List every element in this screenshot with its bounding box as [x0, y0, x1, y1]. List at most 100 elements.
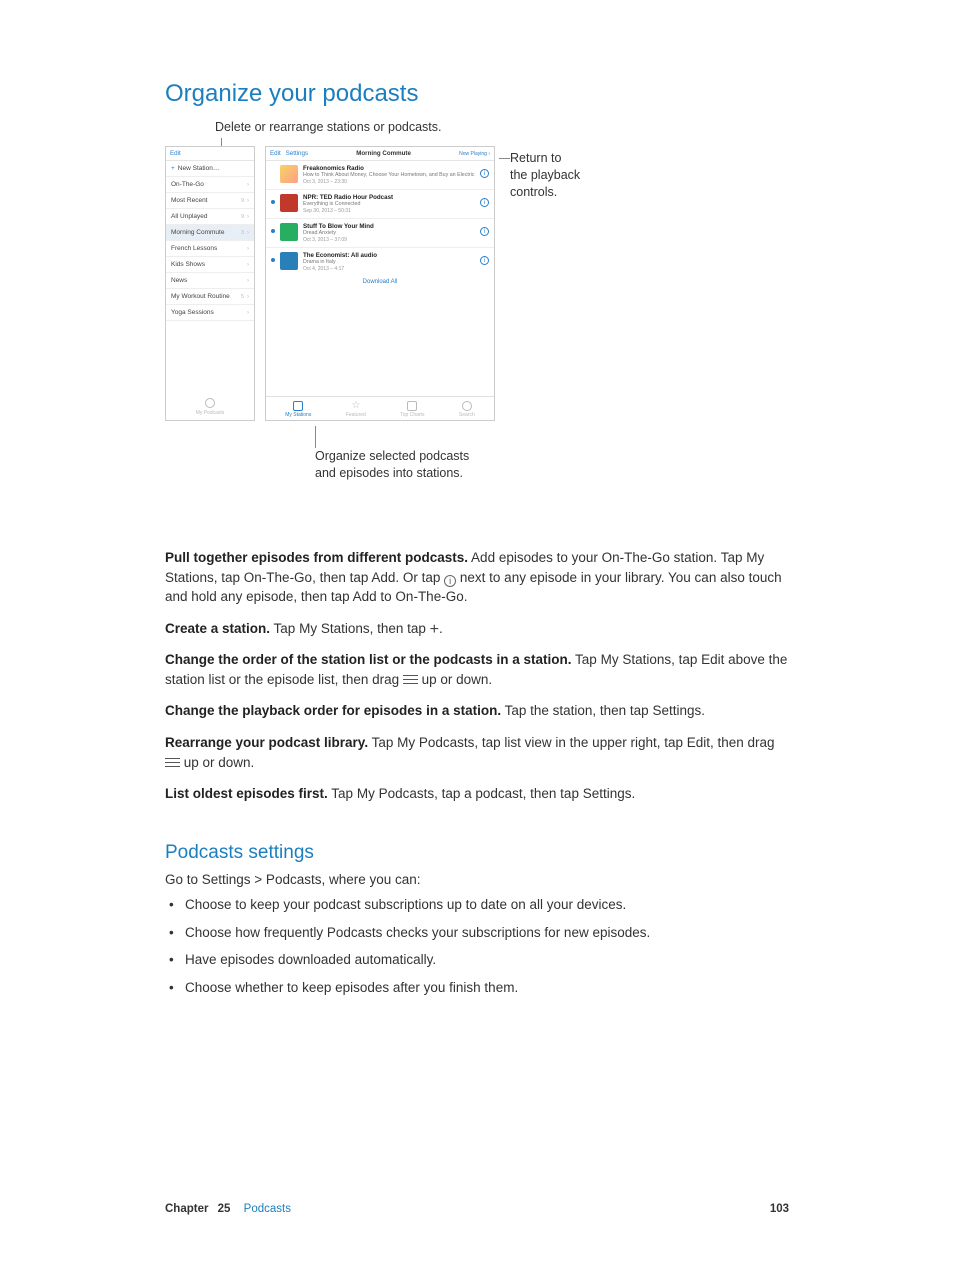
podcast-artwork: [280, 194, 298, 212]
bottom-tab-bar: My Stations ☆ Featured Top Charts Search: [266, 396, 494, 420]
now-playing-button[interactable]: Now Playing ›: [459, 151, 490, 157]
episode-row[interactable]: The Economist: All audioDrama in ItalyOc…: [266, 248, 494, 273]
episode-row[interactable]: Stuff To Blow Your MindDread AnxietyOct …: [266, 219, 494, 248]
footer-chapter-num: 25: [218, 1203, 231, 1215]
station-row[interactable]: Kids Shows›: [166, 257, 254, 273]
callout-top: Delete or rearrange stations or podcasts…: [215, 120, 442, 134]
info-icon[interactable]: i: [480, 169, 489, 178]
chevron-right-icon: ›: [247, 198, 249, 204]
station-row[interactable]: +New Station…: [166, 161, 254, 177]
radio-icon: [293, 401, 303, 411]
station-row[interactable]: Morning Commute3›: [166, 225, 254, 241]
reorder-icon: [165, 758, 180, 768]
info-icon: i: [444, 575, 456, 587]
tab-search[interactable]: Search: [459, 401, 475, 418]
callout-top-text: Delete or rearrange stations or podcasts…: [215, 120, 442, 134]
left-footer-label: My Podcasts: [196, 410, 225, 416]
station-count: 9: [241, 198, 244, 204]
left-edit-button[interactable]: Edit: [170, 150, 181, 157]
star-icon: ☆: [351, 401, 361, 411]
callout-right-l3: controls.: [510, 185, 557, 199]
episode-subtitle: Drama in Italy: [303, 259, 475, 265]
podcast-artwork: [280, 223, 298, 241]
download-all-link[interactable]: Download All: [266, 273, 494, 285]
station-row[interactable]: Yoga Sessions ›: [166, 305, 254, 321]
episode-meta: Oct 3, 2013 – 37:09: [303, 237, 475, 243]
episode-title: Stuff To Blow Your Mind: [303, 223, 475, 230]
station-label: Most Recent: [171, 197, 208, 204]
chevron-right-icon: ›: [247, 182, 249, 188]
station-row[interactable]: All Unplayed9›: [166, 209, 254, 225]
episode-subtitle: Dread Anxiety: [303, 230, 475, 236]
station-row[interactable]: French Lessons›: [166, 241, 254, 257]
tab-featured[interactable]: ☆ Featured: [346, 401, 366, 418]
p-create-station: Create a station. Tap My Stations, then …: [165, 619, 789, 639]
left-footer: My Podcasts: [166, 398, 254, 416]
station-row[interactable]: News ›: [166, 273, 254, 289]
callout-bottom-l2: and episodes into stations.: [315, 466, 463, 480]
station-label: Kids Shows: [171, 261, 205, 268]
device-right-station-detail: Edit Settings Morning Commute Now Playin…: [265, 146, 495, 421]
station-count: 5: [241, 294, 244, 300]
station-label: Morning Commute: [171, 229, 224, 236]
search-icon: [462, 401, 472, 411]
p-rearrange-library: Rearrange your podcast library. Tap My P…: [165, 733, 789, 772]
station-count: 9: [241, 214, 244, 220]
station-label: My Workout Routine: [171, 293, 230, 300]
footer-chapter-word: Chapter: [165, 1203, 208, 1215]
episode-meta: Sep 30, 2013 – 50:31: [303, 208, 475, 214]
callout-bottom: Organize selected podcasts and episodes …: [315, 448, 469, 482]
station-label: Yoga Sessions: [171, 309, 214, 316]
tab-my-stations[interactable]: My Stations: [285, 401, 311, 418]
section-heading-settings: Podcasts settings: [165, 842, 789, 864]
p-change-order: Change the order of the station list or …: [165, 650, 789, 689]
settings-bullet: Choose to keep your podcast subscription…: [169, 895, 789, 915]
station-row[interactable]: On-The-Go ›: [166, 177, 254, 193]
grid-icon: [407, 401, 417, 411]
episode-title: NPR: TED Radio Hour Podcast: [303, 194, 475, 201]
reorder-icon: [403, 675, 418, 685]
chevron-right-icon: ›: [247, 246, 249, 252]
chevron-right-icon: ›: [247, 310, 249, 316]
station-label: On-The-Go: [171, 181, 204, 188]
p-change-playback-order: Change the playback order for episodes i…: [165, 701, 789, 721]
p-pull-together: Pull together episodes from different po…: [165, 548, 789, 607]
chevron-right-icon: ›: [247, 230, 249, 236]
callout-right-l2: the playback: [510, 168, 580, 182]
station-label: News: [171, 277, 187, 284]
settings-bullets: Choose to keep your podcast subscription…: [165, 895, 789, 997]
info-icon[interactable]: i: [480, 227, 489, 236]
right-edit-button[interactable]: Edit: [270, 150, 281, 157]
podcast-artwork: [280, 165, 298, 183]
tab-top-charts[interactable]: Top Charts: [400, 401, 424, 418]
episode-title: The Economist: All audio: [303, 252, 475, 259]
callout-right-l1: Return to: [510, 151, 561, 165]
podcast-icon: [205, 398, 215, 408]
plus-icon: +: [430, 621, 439, 638]
station-row[interactable]: Most Recent 9›: [166, 193, 254, 209]
right-settings-button[interactable]: Settings: [286, 150, 308, 157]
settings-bullet: Have episodes downloaded automatically.: [169, 950, 789, 970]
episode-meta: Oct 4, 2013 – 4:17: [303, 266, 475, 272]
figure-podcasts-screens: Delete or rearrange stations or podcasts…: [165, 120, 789, 510]
station-row[interactable]: My Workout Routine 5›: [166, 289, 254, 305]
podcast-artwork: [280, 252, 298, 270]
settings-bullet: Choose whether to keep episodes after yo…: [169, 978, 789, 998]
info-icon[interactable]: i: [480, 198, 489, 207]
chevron-right-icon: ›: [247, 294, 249, 300]
settings-intro: Go to Settings > Podcasts, where you can…: [165, 870, 789, 890]
episode-row[interactable]: Freakonomics RadioHow to Think About Mon…: [266, 161, 494, 190]
chevron-right-icon: ›: [247, 214, 249, 220]
page-footer: Chapter 25 Podcasts 103: [165, 1203, 789, 1215]
episode-row[interactable]: NPR: TED Radio Hour PodcastEverything is…: [266, 190, 494, 219]
episode-subtitle: How to Think About Money, Choose Your Ho…: [303, 172, 475, 178]
plus-icon: +: [171, 165, 175, 172]
chevron-right-icon: ›: [247, 278, 249, 284]
body-copy: Pull together episodes from different po…: [165, 548, 789, 804]
unplayed-dot-icon: [271, 200, 275, 204]
section-heading-organize: Organize your podcasts: [165, 80, 789, 108]
footer-chapter-name: Podcasts: [244, 1203, 291, 1215]
info-icon[interactable]: i: [480, 256, 489, 265]
device-left-stations: Edit +New Station… On-The-Go › Most Recent 9…: [165, 146, 255, 421]
station-label: New Station…: [178, 165, 220, 172]
